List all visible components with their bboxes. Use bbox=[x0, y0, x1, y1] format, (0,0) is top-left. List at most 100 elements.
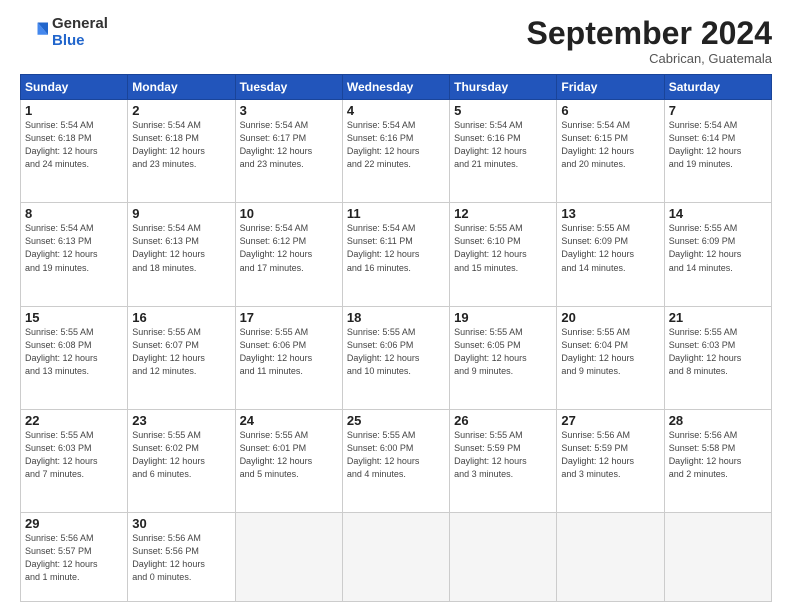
day-number: 25 bbox=[347, 413, 445, 428]
logo-general: General bbox=[52, 16, 108, 33]
page: General Blue September 2024 Cabrican, Gu… bbox=[0, 0, 792, 612]
calendar-cell bbox=[342, 512, 449, 601]
day-number: 12 bbox=[454, 206, 552, 221]
day-info: Sunrise: 5:54 AM Sunset: 6:11 PM Dayligh… bbox=[347, 222, 445, 274]
calendar-cell: 9Sunrise: 5:54 AM Sunset: 6:13 PM Daylig… bbox=[128, 203, 235, 306]
calendar-cell: 14Sunrise: 5:55 AM Sunset: 6:09 PM Dayli… bbox=[664, 203, 771, 306]
calendar-cell: 5Sunrise: 5:54 AM Sunset: 6:16 PM Daylig… bbox=[450, 100, 557, 203]
calendar-cell: 19Sunrise: 5:55 AM Sunset: 6:05 PM Dayli… bbox=[450, 306, 557, 409]
day-number: 3 bbox=[240, 103, 338, 118]
day-info: Sunrise: 5:55 AM Sunset: 6:01 PM Dayligh… bbox=[240, 429, 338, 481]
calendar-cell: 16Sunrise: 5:55 AM Sunset: 6:07 PM Dayli… bbox=[128, 306, 235, 409]
calendar-cell: 3Sunrise: 5:54 AM Sunset: 6:17 PM Daylig… bbox=[235, 100, 342, 203]
day-info: Sunrise: 5:54 AM Sunset: 6:18 PM Dayligh… bbox=[132, 119, 230, 171]
calendar-col-header: Tuesday bbox=[235, 75, 342, 100]
day-info: Sunrise: 5:55 AM Sunset: 6:09 PM Dayligh… bbox=[669, 222, 767, 274]
calendar-cell: 15Sunrise: 5:55 AM Sunset: 6:08 PM Dayli… bbox=[21, 306, 128, 409]
calendar-cell: 24Sunrise: 5:55 AM Sunset: 6:01 PM Dayli… bbox=[235, 409, 342, 512]
calendar-col-header: Sunday bbox=[21, 75, 128, 100]
day-info: Sunrise: 5:55 AM Sunset: 6:00 PM Dayligh… bbox=[347, 429, 445, 481]
calendar-cell: 21Sunrise: 5:55 AM Sunset: 6:03 PM Dayli… bbox=[664, 306, 771, 409]
day-info: Sunrise: 5:55 AM Sunset: 6:06 PM Dayligh… bbox=[347, 326, 445, 378]
day-number: 15 bbox=[25, 310, 123, 325]
calendar-table: SundayMondayTuesdayWednesdayThursdayFrid… bbox=[20, 74, 772, 602]
calendar-col-header: Thursday bbox=[450, 75, 557, 100]
day-info: Sunrise: 5:56 AM Sunset: 5:58 PM Dayligh… bbox=[669, 429, 767, 481]
day-number: 8 bbox=[25, 206, 123, 221]
calendar-col-header: Friday bbox=[557, 75, 664, 100]
day-info: Sunrise: 5:54 AM Sunset: 6:16 PM Dayligh… bbox=[347, 119, 445, 171]
day-number: 2 bbox=[132, 103, 230, 118]
calendar-cell: 7Sunrise: 5:54 AM Sunset: 6:14 PM Daylig… bbox=[664, 100, 771, 203]
calendar-week-row: 15Sunrise: 5:55 AM Sunset: 6:08 PM Dayli… bbox=[21, 306, 772, 409]
calendar-cell: 13Sunrise: 5:55 AM Sunset: 6:09 PM Dayli… bbox=[557, 203, 664, 306]
calendar-cell: 11Sunrise: 5:54 AM Sunset: 6:11 PM Dayli… bbox=[342, 203, 449, 306]
day-number: 11 bbox=[347, 206, 445, 221]
day-info: Sunrise: 5:54 AM Sunset: 6:15 PM Dayligh… bbox=[561, 119, 659, 171]
day-info: Sunrise: 5:55 AM Sunset: 6:04 PM Dayligh… bbox=[561, 326, 659, 378]
day-info: Sunrise: 5:55 AM Sunset: 6:06 PM Dayligh… bbox=[240, 326, 338, 378]
calendar-cell: 10Sunrise: 5:54 AM Sunset: 6:12 PM Dayli… bbox=[235, 203, 342, 306]
day-info: Sunrise: 5:55 AM Sunset: 6:07 PM Dayligh… bbox=[132, 326, 230, 378]
day-number: 22 bbox=[25, 413, 123, 428]
day-number: 21 bbox=[669, 310, 767, 325]
calendar-col-header: Wednesday bbox=[342, 75, 449, 100]
day-number: 19 bbox=[454, 310, 552, 325]
day-number: 14 bbox=[669, 206, 767, 221]
day-number: 28 bbox=[669, 413, 767, 428]
day-number: 20 bbox=[561, 310, 659, 325]
calendar-cell: 26Sunrise: 5:55 AM Sunset: 5:59 PM Dayli… bbox=[450, 409, 557, 512]
calendar-cell: 18Sunrise: 5:55 AM Sunset: 6:06 PM Dayli… bbox=[342, 306, 449, 409]
day-info: Sunrise: 5:54 AM Sunset: 6:17 PM Dayligh… bbox=[240, 119, 338, 171]
day-number: 1 bbox=[25, 103, 123, 118]
calendar-week-row: 29Sunrise: 5:56 AM Sunset: 5:57 PM Dayli… bbox=[21, 512, 772, 601]
day-info: Sunrise: 5:55 AM Sunset: 6:10 PM Dayligh… bbox=[454, 222, 552, 274]
logo-blue: Blue bbox=[52, 33, 108, 50]
calendar-cell: 29Sunrise: 5:56 AM Sunset: 5:57 PM Dayli… bbox=[21, 512, 128, 601]
calendar-cell bbox=[557, 512, 664, 601]
day-info: Sunrise: 5:54 AM Sunset: 6:14 PM Dayligh… bbox=[669, 119, 767, 171]
logo-text: General Blue bbox=[52, 16, 108, 49]
day-info: Sunrise: 5:56 AM Sunset: 5:57 PM Dayligh… bbox=[25, 532, 123, 584]
logo: General Blue bbox=[20, 16, 108, 49]
calendar-cell bbox=[664, 512, 771, 601]
day-number: 10 bbox=[240, 206, 338, 221]
calendar-cell: 4Sunrise: 5:54 AM Sunset: 6:16 PM Daylig… bbox=[342, 100, 449, 203]
day-number: 26 bbox=[454, 413, 552, 428]
calendar-cell: 23Sunrise: 5:55 AM Sunset: 6:02 PM Dayli… bbox=[128, 409, 235, 512]
calendar-cell: 27Sunrise: 5:56 AM Sunset: 5:59 PM Dayli… bbox=[557, 409, 664, 512]
day-info: Sunrise: 5:55 AM Sunset: 6:05 PM Dayligh… bbox=[454, 326, 552, 378]
day-info: Sunrise: 5:55 AM Sunset: 5:59 PM Dayligh… bbox=[454, 429, 552, 481]
day-number: 16 bbox=[132, 310, 230, 325]
day-number: 23 bbox=[132, 413, 230, 428]
day-number: 24 bbox=[240, 413, 338, 428]
day-number: 9 bbox=[132, 206, 230, 221]
day-number: 27 bbox=[561, 413, 659, 428]
calendar-cell: 12Sunrise: 5:55 AM Sunset: 6:10 PM Dayli… bbox=[450, 203, 557, 306]
day-number: 17 bbox=[240, 310, 338, 325]
day-number: 7 bbox=[669, 103, 767, 118]
calendar-cell bbox=[235, 512, 342, 601]
calendar-cell: 22Sunrise: 5:55 AM Sunset: 6:03 PM Dayli… bbox=[21, 409, 128, 512]
calendar-col-header: Monday bbox=[128, 75, 235, 100]
calendar-header-row: SundayMondayTuesdayWednesdayThursdayFrid… bbox=[21, 75, 772, 100]
day-number: 5 bbox=[454, 103, 552, 118]
day-info: Sunrise: 5:55 AM Sunset: 6:08 PM Dayligh… bbox=[25, 326, 123, 378]
day-info: Sunrise: 5:54 AM Sunset: 6:16 PM Dayligh… bbox=[454, 119, 552, 171]
day-info: Sunrise: 5:56 AM Sunset: 5:56 PM Dayligh… bbox=[132, 532, 230, 584]
calendar-cell: 30Sunrise: 5:56 AM Sunset: 5:56 PM Dayli… bbox=[128, 512, 235, 601]
day-info: Sunrise: 5:54 AM Sunset: 6:18 PM Dayligh… bbox=[25, 119, 123, 171]
day-number: 13 bbox=[561, 206, 659, 221]
day-info: Sunrise: 5:55 AM Sunset: 6:02 PM Dayligh… bbox=[132, 429, 230, 481]
day-number: 30 bbox=[132, 516, 230, 531]
day-info: Sunrise: 5:55 AM Sunset: 6:09 PM Dayligh… bbox=[561, 222, 659, 274]
day-number: 4 bbox=[347, 103, 445, 118]
calendar-week-row: 8Sunrise: 5:54 AM Sunset: 6:13 PM Daylig… bbox=[21, 203, 772, 306]
calendar-cell: 17Sunrise: 5:55 AM Sunset: 6:06 PM Dayli… bbox=[235, 306, 342, 409]
day-number: 29 bbox=[25, 516, 123, 531]
calendar-cell: 25Sunrise: 5:55 AM Sunset: 6:00 PM Dayli… bbox=[342, 409, 449, 512]
month-title: September 2024 bbox=[527, 16, 772, 51]
calendar-cell: 6Sunrise: 5:54 AM Sunset: 6:15 PM Daylig… bbox=[557, 100, 664, 203]
day-info: Sunrise: 5:54 AM Sunset: 6:12 PM Dayligh… bbox=[240, 222, 338, 274]
title-block: September 2024 Cabrican, Guatemala bbox=[527, 16, 772, 66]
